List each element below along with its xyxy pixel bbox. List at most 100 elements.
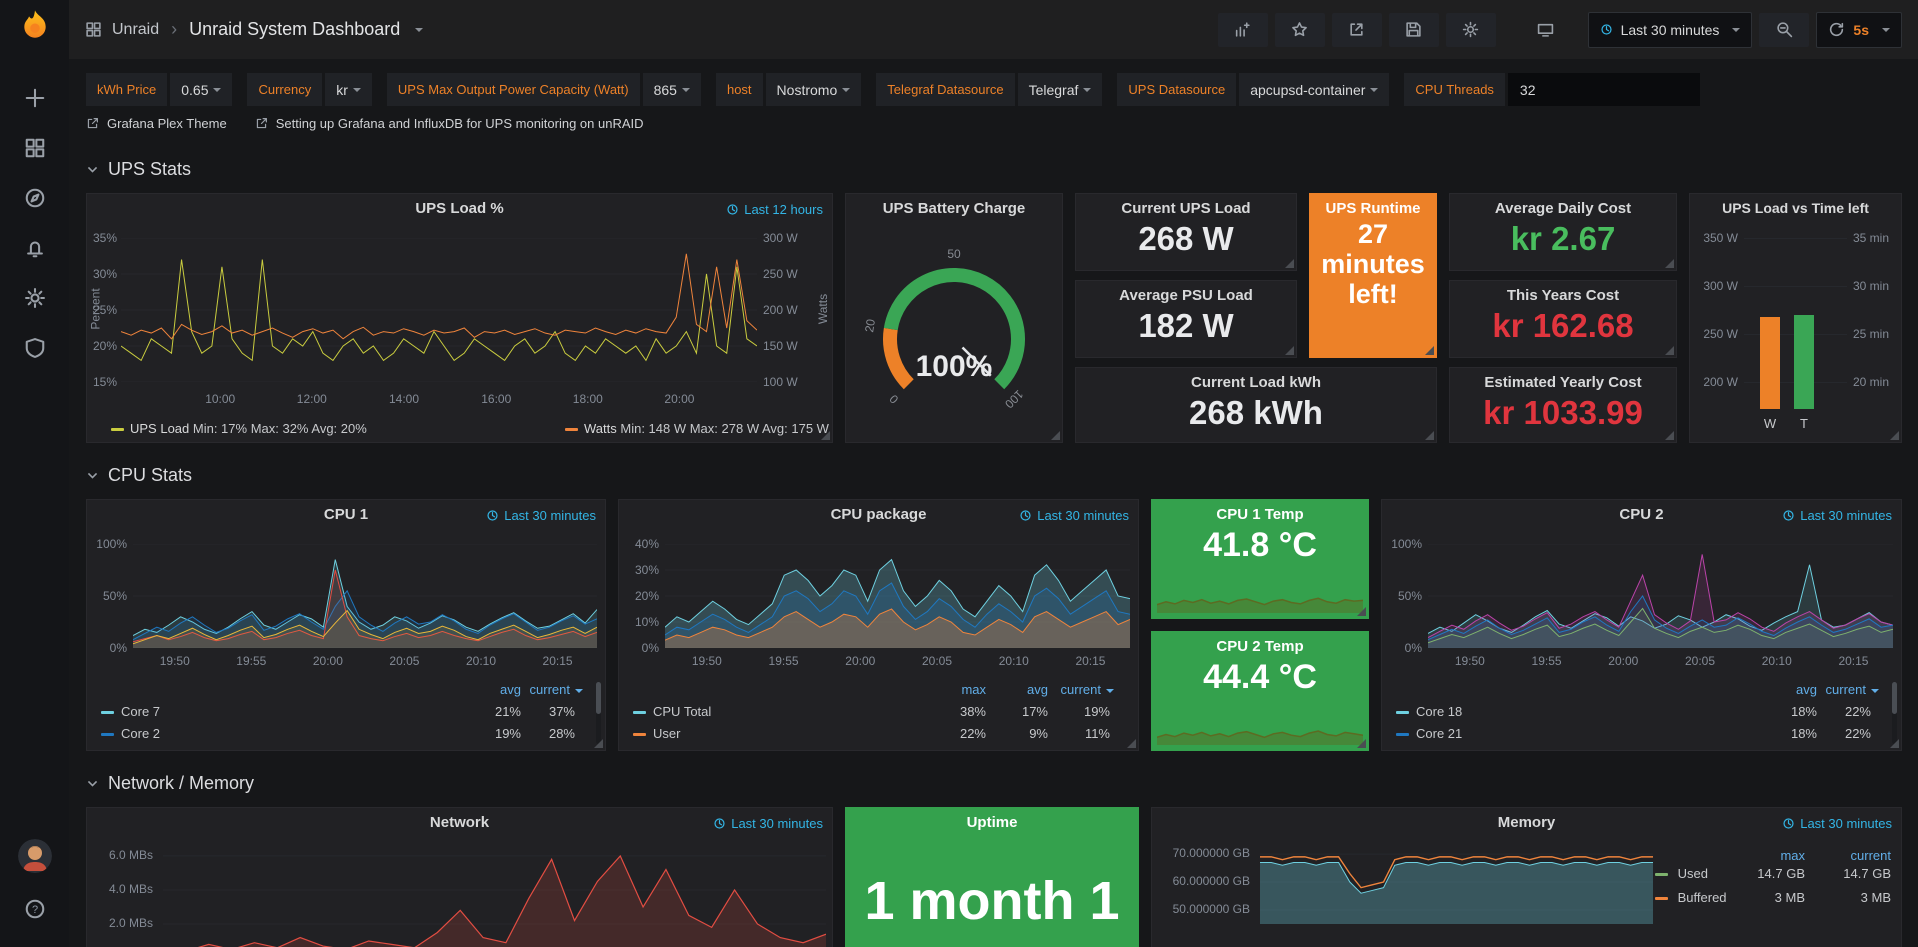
panel-resize-handle[interactable] — [1890, 739, 1899, 748]
legend-header-current[interactable]: current — [1821, 848, 1891, 863]
variable-value-dropdown[interactable]: 865 — [643, 73, 701, 106]
panel-resize-handle[interactable] — [1425, 346, 1434, 355]
cpu-threads-input[interactable] — [1508, 73, 1700, 106]
variable-value-dropdown[interactable]: kr — [325, 73, 372, 106]
time-range-badge[interactable]: Last 12 hours — [726, 202, 823, 217]
variable-value-dropdown[interactable]: apcupsd-container — [1239, 73, 1389, 106]
y-tick: 150 W — [763, 339, 798, 353]
panel-resize-handle[interactable] — [594, 739, 603, 748]
refresh-picker[interactable]: 5s — [1816, 12, 1902, 48]
panel-title[interactable]: This Years Cost — [1507, 281, 1619, 304]
panel-resize-handle[interactable] — [1357, 739, 1366, 748]
share-dashboard-button[interactable] — [1332, 13, 1382, 47]
panel-resize-handle[interactable] — [1665, 346, 1674, 355]
variable-value-dropdown[interactable]: Nostromo — [766, 73, 862, 106]
legend-header-max[interactable]: max — [936, 682, 986, 697]
user-avatar[interactable] — [18, 839, 52, 873]
legend-header-current[interactable]: current — [1823, 682, 1879, 697]
panel-resize-handle[interactable] — [821, 431, 830, 440]
grafana-logo-icon[interactable] — [16, 8, 54, 46]
variable-value-dropdown[interactable]: 0.65 — [170, 73, 232, 106]
panel-title[interactable]: Average Daily Cost — [1495, 194, 1631, 217]
x-axis: 10:00 12:00 14:00 16:00 18:00 20:00 — [121, 392, 757, 408]
section-network-memory[interactable]: Network / Memory — [86, 761, 1918, 805]
star-icon — [1291, 21, 1308, 38]
time-range-badge[interactable]: Last 30 minutes — [1782, 508, 1892, 523]
section-cpu-stats[interactable]: CPU Stats — [86, 453, 1918, 497]
cycle-view-mode-button[interactable] — [1521, 13, 1571, 47]
panel-title[interactable]: Current Load kWh — [1191, 368, 1321, 391]
ups-load-chart[interactable] — [121, 238, 757, 382]
y-tick: 35% — [87, 231, 117, 245]
legend-scrollbar[interactable] — [1892, 682, 1897, 744]
time-range-badge[interactable]: Last 30 minutes — [713, 816, 823, 831]
panel-title[interactable]: UPS Battery Charge — [846, 194, 1062, 217]
panel-title[interactable]: CPU 2 Temp — [1216, 632, 1303, 655]
panel-resize-handle[interactable] — [1665, 431, 1674, 440]
panel-title[interactable]: UPS Load % — [87, 194, 832, 217]
panel-resize-handle[interactable] — [1285, 259, 1294, 268]
configuration-button[interactable] — [12, 276, 58, 320]
legend-header-max[interactable]: max — [1735, 848, 1805, 863]
clock-icon — [1782, 509, 1795, 522]
legend-row: Core 7 21% 37% — [87, 704, 605, 722]
gauge-value: 100% — [846, 350, 1062, 384]
panel-resize-handle[interactable] — [1665, 259, 1674, 268]
panel-title[interactable]: Uptime — [846, 808, 1138, 831]
svg-text:50: 50 — [947, 247, 961, 261]
legend-header-avg[interactable]: avg — [471, 682, 521, 697]
y-tick: 350 W — [1692, 231, 1738, 245]
time-range-badge[interactable]: Last 30 minutes — [486, 508, 596, 523]
star-dashboard-button[interactable] — [1275, 13, 1325, 47]
panel-resize-handle[interactable] — [1285, 346, 1294, 355]
dashboard-settings-button[interactable] — [1446, 13, 1496, 47]
y-tick: 50.000000 GB — [1158, 902, 1250, 916]
panel-title[interactable]: Average PSU Load — [1119, 281, 1253, 304]
alerting-button[interactable] — [12, 226, 58, 270]
add-panel-button[interactable] — [1218, 13, 1268, 47]
y-tick: 15% — [87, 375, 117, 389]
memory-chart[interactable] — [1260, 844, 1653, 924]
save-dashboard-button[interactable] — [1389, 13, 1439, 47]
link-grafana-plex-theme[interactable]: Grafana Plex Theme — [86, 116, 227, 131]
legend-header-current[interactable]: current — [1056, 682, 1114, 697]
legend-header-avg[interactable]: avg — [998, 682, 1048, 697]
cpu-1-chart[interactable] — [133, 544, 597, 648]
dashboard-title-caret-icon[interactable] — [415, 28, 423, 32]
time-picker[interactable]: Last 30 minutes — [1588, 12, 1753, 48]
dashboard-grid-icon[interactable] — [85, 21, 102, 38]
create-button[interactable] — [12, 76, 58, 120]
stat-value: 41.8 °C — [1203, 527, 1317, 564]
legend-header-current[interactable]: current — [527, 682, 583, 697]
help-button[interactable]: ? — [12, 887, 58, 931]
caret-down-icon — [842, 88, 850, 92]
section-ups-stats[interactable]: UPS Stats — [86, 147, 1918, 191]
cpu-package-chart[interactable] — [665, 544, 1130, 648]
panel-title[interactable]: UPS Load vs Time left — [1690, 194, 1901, 216]
panel-title[interactable]: UPS Runtime — [1325, 194, 1420, 217]
panel-resize-handle[interactable] — [1425, 431, 1434, 440]
dashboards-button[interactable] — [12, 126, 58, 170]
legend-header-avg[interactable]: avg — [1767, 682, 1817, 697]
breadcrumb-title[interactable]: Unraid System Dashboard — [189, 19, 400, 40]
panel-resize-handle[interactable] — [1127, 739, 1136, 748]
legend-scrollbar[interactable] — [596, 682, 601, 744]
breadcrumb-folder[interactable]: Unraid — [112, 21, 159, 39]
panel-resize-handle[interactable] — [1357, 607, 1366, 616]
link-ups-monitoring-guide[interactable]: Setting up Grafana and InfluxDB for UPS … — [255, 116, 644, 131]
panel-resize-handle[interactable] — [1890, 431, 1899, 440]
panel-title[interactable]: Estimated Yearly Cost — [1484, 368, 1641, 391]
panel-title[interactable]: CPU 1 Temp — [1216, 500, 1303, 523]
variable-value-dropdown[interactable]: Telegraf — [1018, 73, 1103, 106]
stat-value: 27 minutes left! — [1310, 219, 1436, 310]
explore-button[interactable] — [12, 176, 58, 220]
panel-title[interactable]: Current UPS Load — [1121, 194, 1250, 217]
time-range-badge[interactable]: Last 30 minutes — [1782, 816, 1892, 831]
y-tick: 25% — [87, 303, 117, 317]
time-range-badge[interactable]: Last 30 minutes — [1019, 508, 1129, 523]
panel-resize-handle[interactable] — [1051, 431, 1060, 440]
cpu-2-chart[interactable] — [1428, 544, 1893, 648]
zoom-out-button[interactable] — [1759, 13, 1809, 47]
network-chart[interactable] — [163, 844, 826, 947]
server-admin-button[interactable] — [12, 326, 58, 370]
